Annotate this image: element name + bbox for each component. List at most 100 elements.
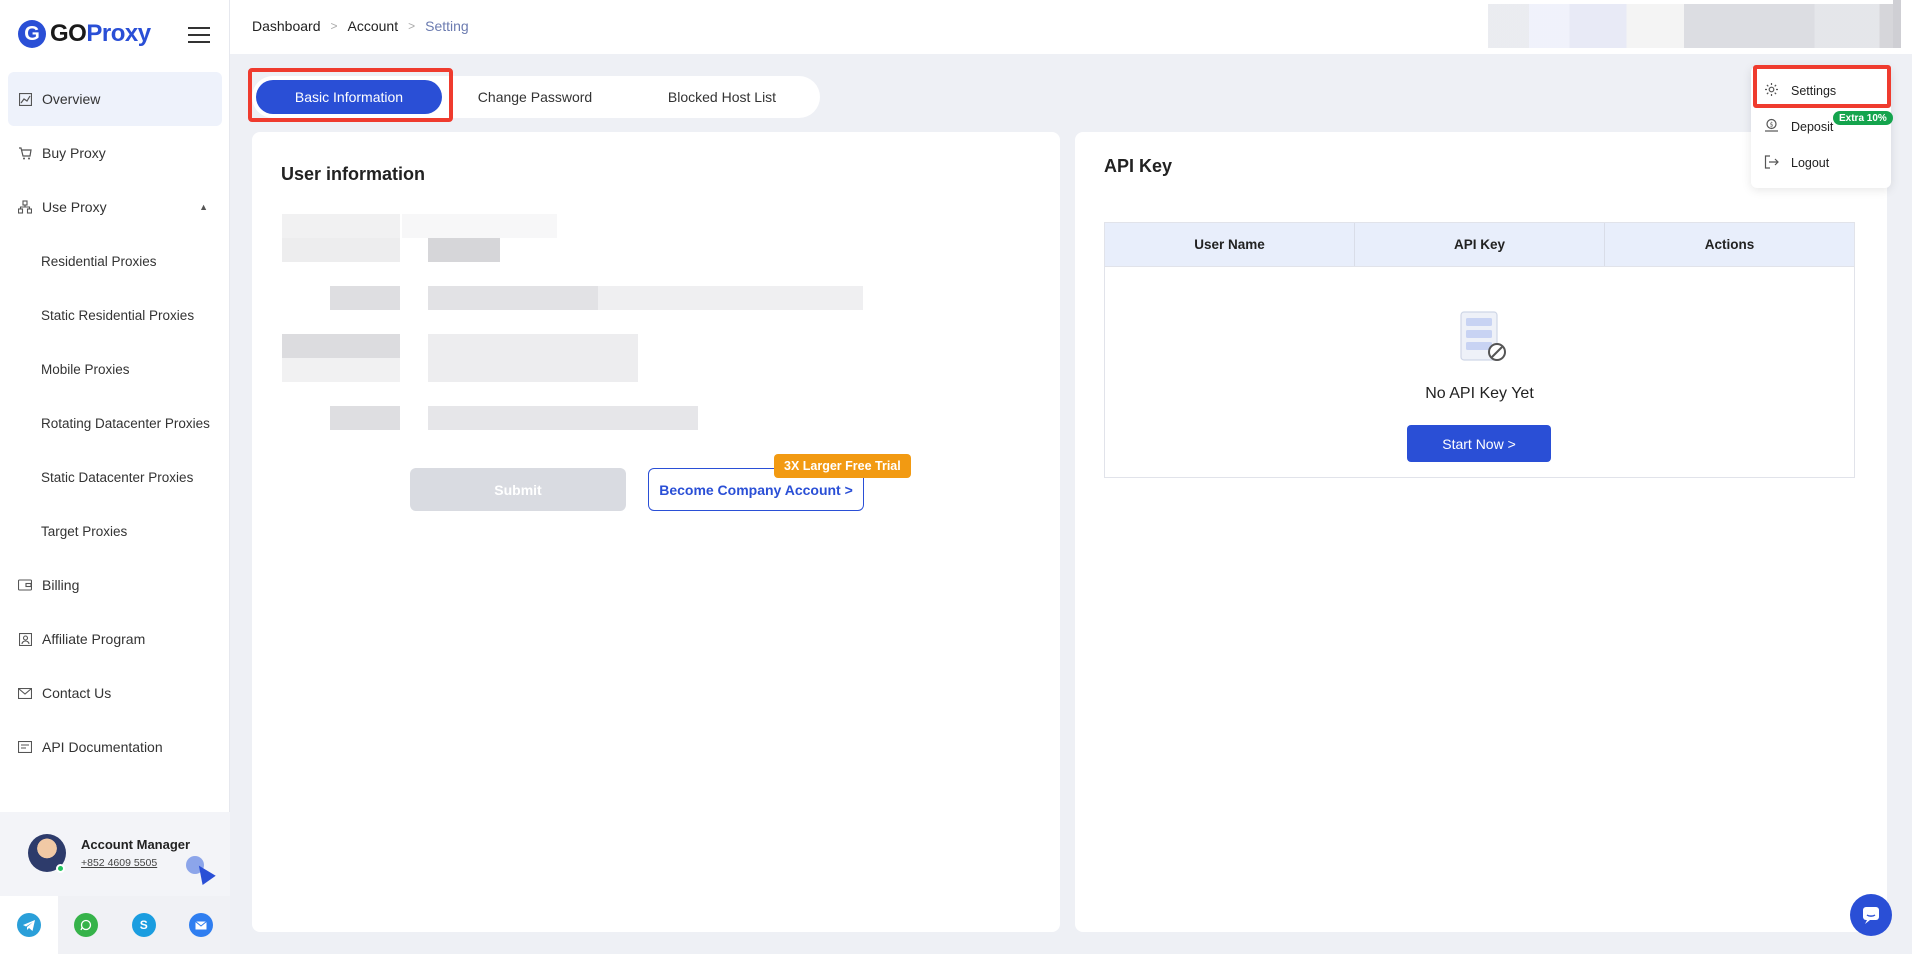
telegram-icon bbox=[16, 913, 41, 937]
sidebar-item-label: Static Datacenter Proxies bbox=[41, 469, 194, 485]
api-key-table: User Name API Key Actions No API Key Yet… bbox=[1104, 222, 1855, 478]
tab-basic-information[interactable]: Basic Information bbox=[256, 80, 442, 114]
svg-text:$: $ bbox=[1769, 122, 1773, 129]
scrollbar-thumb[interactable] bbox=[1893, 0, 1901, 48]
sidebar-item-label: Target Proxies bbox=[41, 523, 128, 539]
sidebar-item-label: Overview bbox=[42, 91, 101, 107]
logout-icon bbox=[1763, 154, 1779, 172]
social-telegram[interactable] bbox=[0, 896, 58, 954]
breadcrumb-dashboard[interactable]: Dashboard bbox=[252, 18, 321, 34]
chevron-right-icon: > bbox=[330, 19, 338, 33]
online-status-dot bbox=[56, 864, 65, 873]
blurred-field bbox=[282, 334, 400, 358]
sidebar-item-label: Buy Proxy bbox=[42, 145, 106, 161]
menu-item-label: Deposit bbox=[1791, 120, 1834, 134]
logo[interactable]: G GOProxy bbox=[18, 20, 151, 48]
free-trial-badge: 3X Larger Free Trial bbox=[774, 454, 911, 478]
chevron-right-icon: > bbox=[408, 19, 416, 33]
whatsapp-icon bbox=[74, 913, 99, 937]
sidebar-item-static-datacenter-proxies[interactable]: Static Datacenter Proxies bbox=[8, 450, 222, 504]
affiliate-icon bbox=[18, 632, 32, 646]
menu-item-label: Logout bbox=[1791, 156, 1830, 170]
email-icon bbox=[189, 913, 214, 937]
api-doc-icon bbox=[18, 740, 32, 754]
deposit-icon: $ bbox=[1763, 118, 1779, 136]
social-bar: S bbox=[0, 896, 230, 954]
sidebar-item-rotating-datacenter-proxies[interactable]: Rotating Datacenter Proxies bbox=[8, 396, 222, 450]
tab-change-password[interactable]: Change Password bbox=[442, 80, 628, 114]
chart-icon bbox=[18, 92, 32, 106]
submit-button[interactable]: Submit bbox=[410, 468, 626, 511]
skype-icon: S bbox=[131, 913, 156, 937]
menu-item-deposit[interactable]: $ Deposit bbox=[1763, 117, 1833, 137]
extra-bonus-badge: Extra 10% bbox=[1833, 111, 1893, 125]
sidebar-item-mobile-proxies[interactable]: Mobile Proxies bbox=[8, 342, 222, 396]
account-manager-phone[interactable]: +852 4609 5505 bbox=[81, 857, 157, 869]
menu-item-logout[interactable]: Logout bbox=[1763, 153, 1829, 173]
sidebar-item-label: Mobile Proxies bbox=[41, 361, 130, 377]
tab-blocked-host-list[interactable]: Blocked Host List bbox=[628, 80, 816, 114]
account-manager-card: Account Manager +852 4609 5505 bbox=[0, 812, 230, 904]
sidebar-item-label: Static Residential Proxies bbox=[41, 307, 195, 323]
sidebar-item-label: Contact Us bbox=[42, 685, 112, 701]
blurred-field bbox=[428, 238, 500, 262]
sidebar-item-billing[interactable]: Billing bbox=[8, 558, 222, 612]
user-menu-blurred[interactable] bbox=[1488, 4, 1896, 48]
column-actions: Actions bbox=[1704, 237, 1755, 252]
chat-icon bbox=[1863, 907, 1879, 924]
blurred-field bbox=[428, 286, 598, 310]
logo-text-proxy: Proxy bbox=[86, 20, 151, 47]
blurred-field bbox=[428, 406, 698, 430]
blurred-field bbox=[598, 286, 863, 310]
user-information-panel: User information Submit Become Company A… bbox=[252, 132, 1060, 932]
logo-mark-icon: G bbox=[18, 20, 46, 48]
column-api-key: API Key bbox=[1355, 223, 1605, 266]
menu-toggle-icon[interactable] bbox=[188, 27, 210, 43]
api-key-panel: API Key User Name API Key Actions No API… bbox=[1075, 132, 1887, 932]
sidebar-item-target-proxies[interactable]: Target Proxies bbox=[8, 504, 222, 558]
sidebar-item-label: Billing bbox=[42, 577, 80, 593]
sidebar-item-affiliate-program[interactable]: Affiliate Program bbox=[8, 612, 222, 666]
social-whatsapp[interactable] bbox=[57, 896, 115, 954]
mail-icon bbox=[18, 686, 32, 700]
column-user-name: User Name bbox=[1105, 223, 1355, 266]
menu-item-label: Settings bbox=[1791, 84, 1837, 98]
sidebar-item-overview[interactable]: Overview bbox=[8, 72, 222, 126]
sidebar-item-api-documentation[interactable]: API Documentation bbox=[8, 720, 222, 774]
logo-text-go: GO bbox=[50, 20, 87, 47]
top-header: Dashboard > Account > Setting bbox=[230, 0, 1912, 54]
sidebar-item-label: Use Proxy bbox=[42, 199, 107, 215]
blurred-field bbox=[282, 214, 400, 238]
sidebar: G GOProxy Overview Buy Proxy Use Proxy ▲… bbox=[0, 0, 230, 954]
chat-support-button[interactable] bbox=[1850, 894, 1892, 936]
breadcrumb-account[interactable]: Account bbox=[348, 18, 399, 34]
sidebar-item-static-residential-proxies[interactable]: Static Residential Proxies bbox=[8, 288, 222, 342]
wallet-icon bbox=[18, 578, 32, 592]
gear-icon bbox=[1763, 82, 1779, 100]
blurred-field bbox=[402, 214, 557, 238]
empty-state-text: No API Key Yet bbox=[1425, 385, 1534, 402]
blurred-field bbox=[330, 406, 400, 430]
sidebar-item-residential-proxies[interactable]: Residential Proxies bbox=[8, 234, 222, 288]
logo-text: GOProxy bbox=[50, 20, 151, 48]
social-skype[interactable]: S bbox=[115, 896, 173, 954]
sidebar-item-contact-us[interactable]: Contact Us bbox=[8, 666, 222, 720]
empty-list-icon bbox=[1460, 311, 1506, 361]
sidebar-item-buy-proxy[interactable]: Buy Proxy bbox=[8, 126, 222, 180]
user-information-title: User information bbox=[281, 164, 426, 184]
network-icon bbox=[18, 200, 32, 214]
table-header: User Name API Key Actions bbox=[1105, 223, 1854, 267]
sidebar-nav: Overview Buy Proxy Use Proxy ▲ Residenti… bbox=[8, 72, 222, 774]
sidebar-item-use-proxy[interactable]: Use Proxy ▲ bbox=[8, 180, 222, 234]
start-now-button[interactable]: Start Now > bbox=[1407, 425, 1551, 462]
sidebar-item-label: Residential Proxies bbox=[41, 253, 157, 269]
account-manager-title: Account Manager bbox=[81, 837, 191, 852]
cart-icon bbox=[18, 146, 32, 160]
social-email[interactable] bbox=[172, 896, 230, 954]
sidebar-item-label: API Documentation bbox=[42, 739, 163, 755]
breadcrumb: Dashboard > Account > Setting bbox=[252, 18, 469, 34]
blurred-field bbox=[330, 286, 400, 310]
breadcrumb-setting: Setting bbox=[425, 18, 469, 34]
menu-item-settings[interactable]: Settings bbox=[1763, 81, 1836, 101]
blurred-field bbox=[282, 238, 400, 262]
